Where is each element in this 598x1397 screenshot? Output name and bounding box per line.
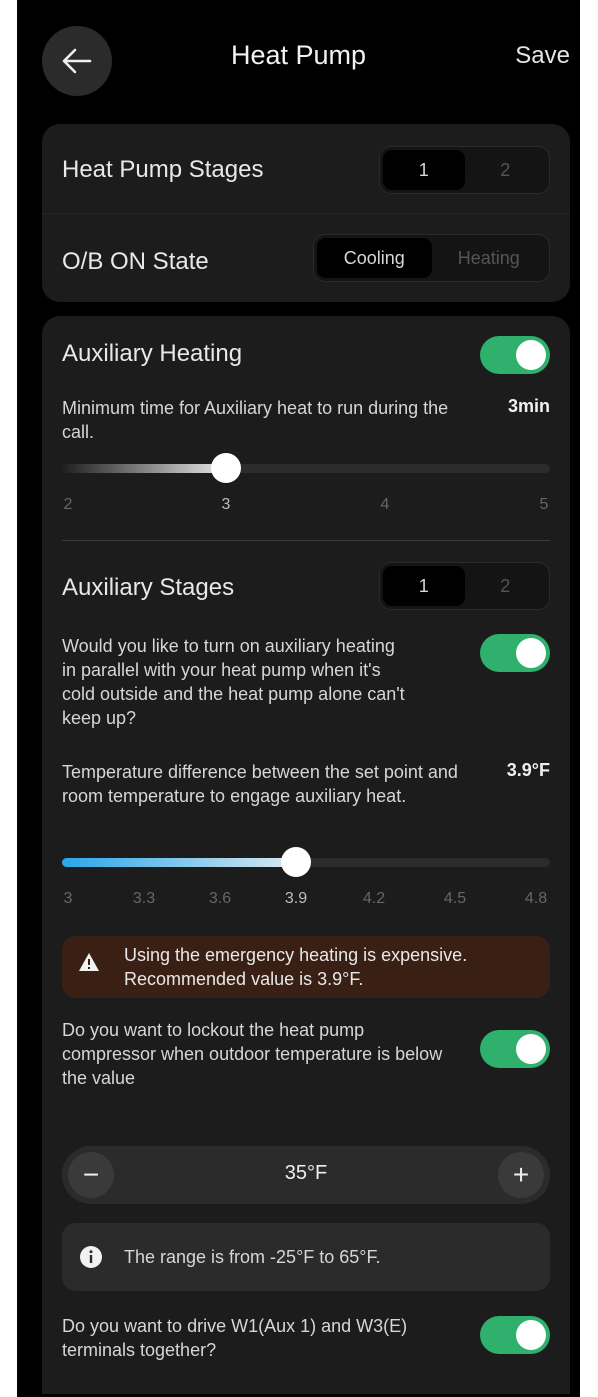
min-time-slider-fill xyxy=(62,464,226,473)
aux-stages-label: Auxiliary Stages xyxy=(62,574,235,601)
ob-option-cooling[interactable]: Cooling xyxy=(317,238,432,278)
auxiliary-card: Auxiliary Heating Minimum time for Auxil… xyxy=(42,316,570,1394)
range-info-box: The range is from -25°F to 65°F. xyxy=(62,1223,550,1291)
temp-diff-slider[interactable] xyxy=(62,847,550,877)
parallel-question: Would you like to turn on auxiliary heat… xyxy=(62,636,405,728)
ob-state-selector: Cooling Heating xyxy=(313,234,550,282)
aux-stage-option-1[interactable]: 1 xyxy=(383,566,465,606)
stage-option-1[interactable]: 1 xyxy=(383,150,465,190)
heat-pump-stages-label: Heat Pump Stages xyxy=(62,156,264,183)
tick-label: 2 xyxy=(63,496,73,513)
tick-label: 4 xyxy=(380,496,390,513)
tick-label: 5 xyxy=(539,496,549,513)
tick-label: 4.5 xyxy=(443,890,467,907)
info-icon xyxy=(80,1246,102,1268)
min-time-slider-thumb[interactable] xyxy=(211,453,241,483)
screen: Heat Pump Save Heat Pump Stages 1 2 O/B … xyxy=(17,0,580,1397)
temp-diff-ticks: 3 3.3 3.6 3.9 4.2 4.5 4.8 xyxy=(62,890,550,910)
heat-pump-stages-selector: 1 2 xyxy=(379,146,550,194)
lockout-toggle[interactable] xyxy=(480,1030,550,1068)
warning-text: Using the emergency heating is expensive… xyxy=(124,945,468,989)
divider xyxy=(42,213,570,214)
page-title: Heat Pump xyxy=(230,40,367,70)
lockout-temperature-stepper: − 35°F + xyxy=(62,1146,550,1204)
aux-stage-option-2[interactable]: 2 xyxy=(465,566,547,606)
aux-stages-selector: 1 2 xyxy=(379,562,550,610)
save-button[interactable]: Save xyxy=(515,42,570,70)
aux-heating-label: Auxiliary Heating xyxy=(62,340,243,367)
tick-label: 4.2 xyxy=(362,890,386,907)
tick-label: 3 xyxy=(63,890,73,907)
tick-label: 3 xyxy=(221,496,231,513)
warning-icon xyxy=(79,953,99,971)
ob-option-heating[interactable]: Heating xyxy=(432,238,547,278)
min-time-ticks: 2 3 4 5 xyxy=(62,496,550,516)
tick-label: 3.9 xyxy=(284,890,308,907)
tick-label: 4.8 xyxy=(524,890,548,907)
w1w3-question: Do you want to drive W1(Aux 1) and W3(E)… xyxy=(62,1316,408,1360)
min-time-slider[interactable] xyxy=(62,453,550,483)
aux-heating-toggle[interactable] xyxy=(480,336,550,374)
tick-label: 3.3 xyxy=(132,890,156,907)
lockout-question: Do you want to lockout the heat pump com… xyxy=(62,1020,443,1088)
temp-diff-slider-thumb[interactable] xyxy=(281,847,311,877)
section-divider xyxy=(62,540,550,541)
min-time-description: Minimum time for Auxiliary heat to run d… xyxy=(62,398,449,442)
w1w3-toggle[interactable] xyxy=(480,1316,550,1354)
stages-card: Heat Pump Stages 1 2 O/B ON State Coolin… xyxy=(42,124,570,302)
min-time-value: 3min xyxy=(507,396,550,416)
stage-option-2[interactable]: 2 xyxy=(465,150,547,190)
range-info-text: The range is from -25°F to 65°F. xyxy=(124,1247,381,1267)
increase-button[interactable]: + xyxy=(498,1152,544,1198)
lockout-temperature-value: 35°F xyxy=(284,1162,328,1184)
temp-diff-slider-fill xyxy=(62,858,296,867)
tick-label: 3.6 xyxy=(208,890,232,907)
warning-banner: Using the emergency heating is expensive… xyxy=(62,936,550,998)
ob-state-label: O/B ON State xyxy=(62,248,209,275)
parallel-toggle[interactable] xyxy=(480,634,550,672)
temp-diff-value: 3.9°F xyxy=(506,760,550,780)
temp-diff-description: Temperature difference between the set p… xyxy=(62,762,458,806)
